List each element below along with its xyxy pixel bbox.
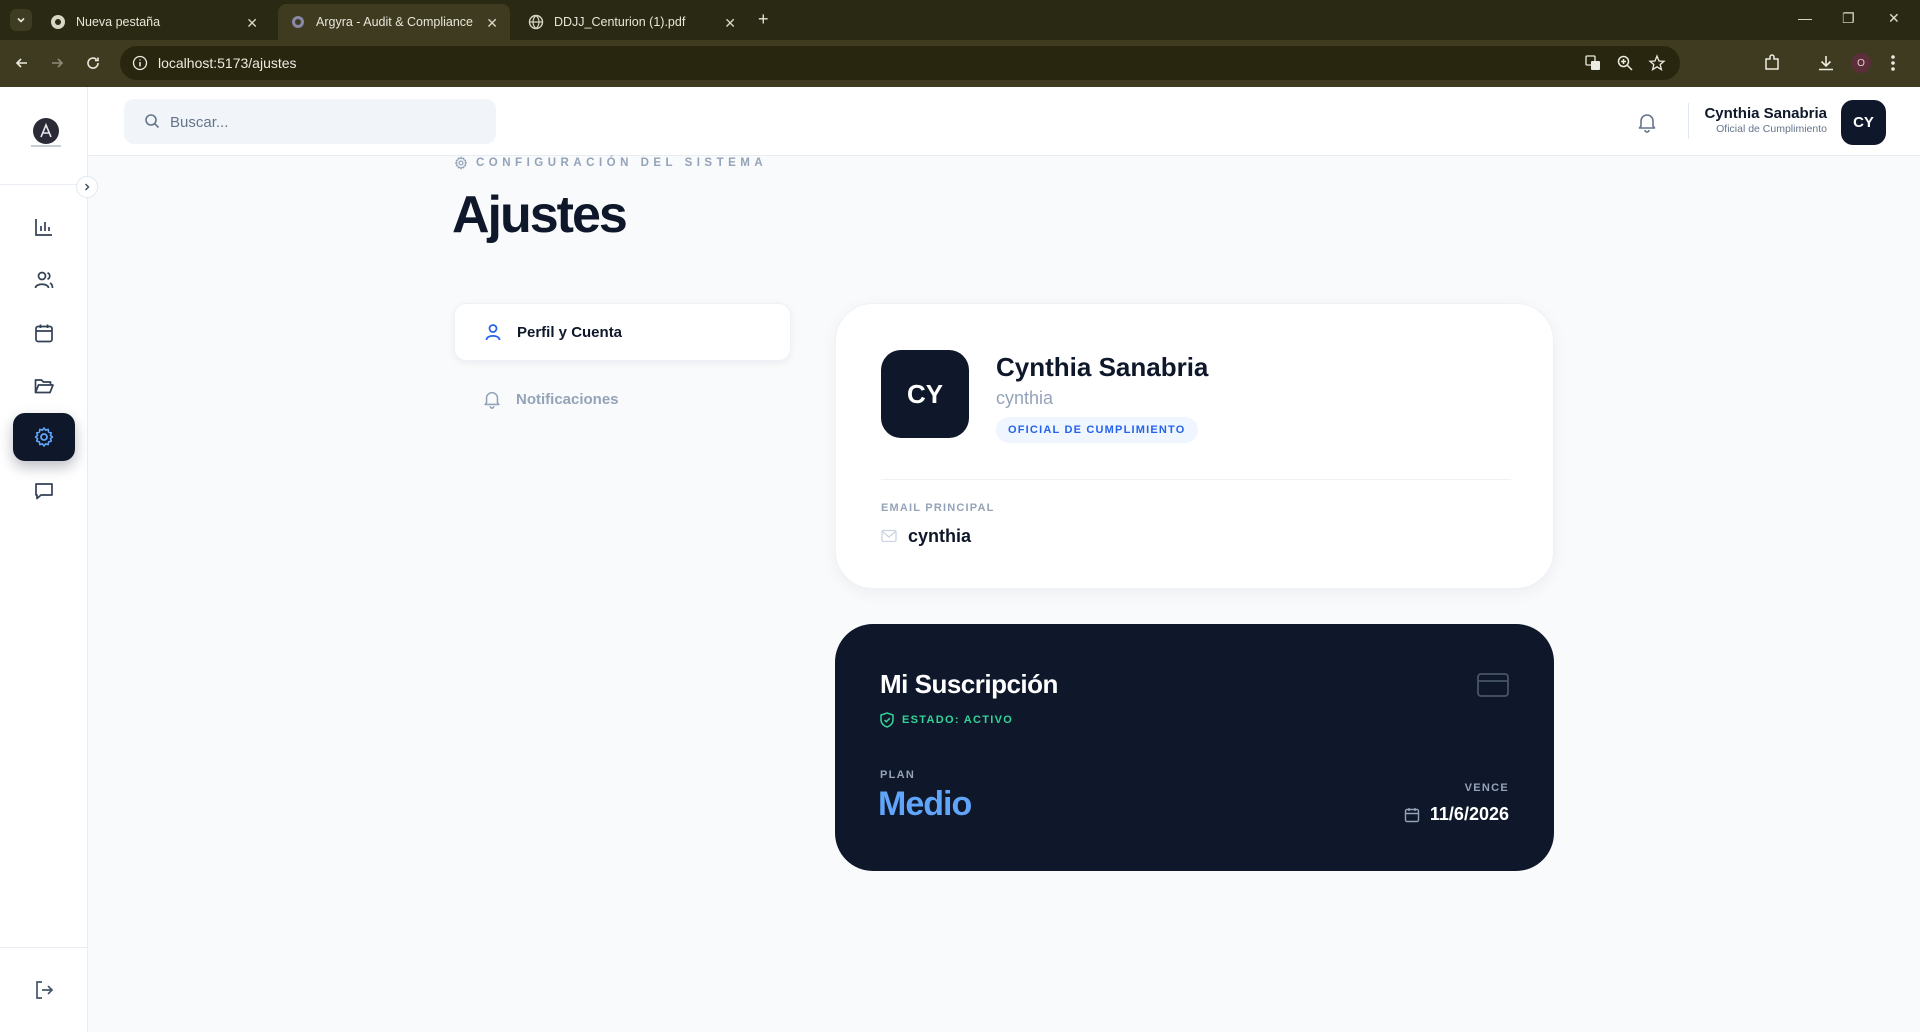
sidebar-bottom-divider	[0, 947, 88, 948]
page-title: Ajustes	[452, 186, 628, 244]
logo-caption	[31, 145, 61, 147]
header-user-name: Cynthia Sanabria	[1704, 105, 1827, 122]
bar-chart-icon	[35, 219, 52, 236]
app-logo[interactable]	[33, 118, 59, 144]
tab-title: Argyra - Audit & Compliance	[316, 15, 474, 29]
profile-card: CY Cynthia Sanabria cynthia Oficial de C…	[835, 303, 1554, 589]
notifications-button[interactable]	[1636, 111, 1658, 133]
expires-label: Vence	[1464, 782, 1509, 794]
bell-icon	[1638, 114, 1656, 133]
sidebar-item-reports[interactable]	[13, 203, 75, 251]
header-user-role: Oficial de Cumplimiento	[1716, 123, 1827, 135]
bell-icon	[484, 391, 500, 409]
argyra-favicon-icon	[292, 16, 304, 28]
folder-open-icon	[34, 379, 54, 394]
plan-label: Plan	[880, 769, 916, 781]
new-tab-icon[interactable]: +	[758, 9, 769, 30]
chrome-icon	[51, 15, 65, 29]
page-eyebrow: Configuración del sistema	[454, 156, 767, 170]
address-bar[interactable]: localhost:5173/ajustes	[120, 46, 1680, 80]
browser-tab-bar: Nueva pestaña ✕ Argyra - Audit & Complia…	[0, 0, 1920, 40]
translate-icon[interactable]	[1584, 54, 1602, 72]
search-box	[124, 99, 496, 144]
reload-icon[interactable]	[83, 53, 103, 73]
email-label: Email Principal	[881, 502, 995, 514]
credit-card-icon	[1477, 673, 1509, 697]
settings-tab-notifications[interactable]: Notificaciones	[454, 370, 791, 428]
gear-icon	[34, 427, 54, 447]
browser-menu-icon[interactable]	[1889, 53, 1897, 73]
header-divider	[1688, 103, 1689, 139]
profile-avatar[interactable]: O	[1851, 53, 1871, 73]
profile-avatar: CY	[881, 350, 969, 438]
plan-value: Medio	[878, 785, 972, 823]
browser-tab-new[interactable]: Nueva pestaña ✕	[38, 4, 270, 40]
settings-tab-label: Notificaciones	[516, 390, 619, 408]
mail-icon	[881, 529, 897, 543]
chevron-down-icon	[17, 17, 25, 23]
logout-button[interactable]	[13, 966, 75, 1014]
settings-tab-profile[interactable]: Perfil y Cuenta	[454, 303, 791, 361]
sidebar-item-folders[interactable]	[13, 362, 75, 410]
sidebar-divider	[0, 184, 88, 185]
browser-tab-active[interactable]: Argyra - Audit & Compliance ✕	[278, 4, 510, 40]
extensions-icon[interactable]	[1762, 53, 1782, 73]
user-icon	[485, 324, 501, 341]
tab-title: DDJJ_Centurion (1).pdf	[554, 15, 686, 29]
top-header: Cynthia Sanabria Oficial de Cumplimiento…	[88, 87, 1920, 156]
close-tab-icon[interactable]: ✕	[246, 15, 258, 32]
sidebar	[0, 87, 88, 1032]
close-tab-icon[interactable]: ✕	[724, 15, 736, 32]
tab-title: Nueva pestaña	[76, 15, 161, 29]
sidebar-item-messages[interactable]	[13, 467, 75, 515]
app: Cynthia Sanabria Oficial de Cumplimiento…	[0, 87, 1920, 1032]
profile-divider	[881, 479, 1511, 480]
chevron-right-icon	[84, 183, 90, 191]
role-badge: Oficial de Cumplimiento	[996, 417, 1198, 443]
logout-icon	[36, 981, 54, 999]
globe-icon	[528, 14, 544, 30]
calendar-icon	[35, 324, 53, 343]
search-icon	[145, 114, 160, 129]
subscription-status: Estado: Activo	[880, 712, 1013, 728]
subscription-card: Mi Suscripción Estado: Activo Plan Medio…	[835, 624, 1554, 871]
sidebar-item-settings[interactable]	[13, 413, 75, 461]
profile-username: cynthia	[996, 388, 1054, 408]
gear-icon	[454, 156, 468, 170]
url-text: localhost:5173/ajustes	[158, 55, 297, 71]
browser-toolbar: localhost:5173/ajustes O	[0, 40, 1920, 87]
tab-search-button[interactable]	[10, 9, 32, 31]
calendar-icon	[1404, 807, 1420, 822]
header-user-avatar[interactable]: CY	[1841, 100, 1886, 145]
users-icon	[34, 271, 54, 289]
settings-tab-label: Perfil y Cuenta	[517, 323, 623, 341]
profile-name: Cynthia Sanabria	[996, 352, 1209, 382]
close-tab-icon[interactable]: ✕	[486, 15, 498, 32]
message-icon	[35, 483, 53, 500]
browser-tab-pdf[interactable]: DDJJ_Centurion (1).pdf ✕	[516, 4, 748, 40]
expires-value: 11/6/2026	[1429, 804, 1509, 824]
close-window-icon[interactable]: ✕	[1888, 10, 1900, 27]
search-input[interactable]	[170, 111, 470, 133]
sidebar-expand-button[interactable]	[76, 176, 98, 198]
restore-icon[interactable]: ❐	[1842, 10, 1855, 27]
shield-check-icon	[880, 712, 894, 728]
eyebrow-text: Configuración del sistema	[476, 157, 768, 169]
forward-icon[interactable]	[47, 53, 67, 73]
sidebar-item-users[interactable]	[13, 256, 75, 304]
subscription-title: Mi Suscripción	[880, 669, 1058, 699]
status-text: Estado: Activo	[902, 714, 1014, 726]
back-icon[interactable]	[12, 53, 32, 73]
minimize-icon[interactable]: —	[1798, 10, 1812, 26]
downloads-icon[interactable]	[1816, 53, 1836, 73]
expires-row: 11/6/2026	[1404, 804, 1509, 825]
sidebar-item-calendar[interactable]	[13, 309, 75, 357]
zoom-icon[interactable]	[1616, 54, 1634, 72]
email-value: cynthia	[908, 526, 972, 546]
site-info-icon[interactable]	[132, 55, 148, 71]
bookmark-star-icon[interactable]	[1648, 54, 1666, 72]
